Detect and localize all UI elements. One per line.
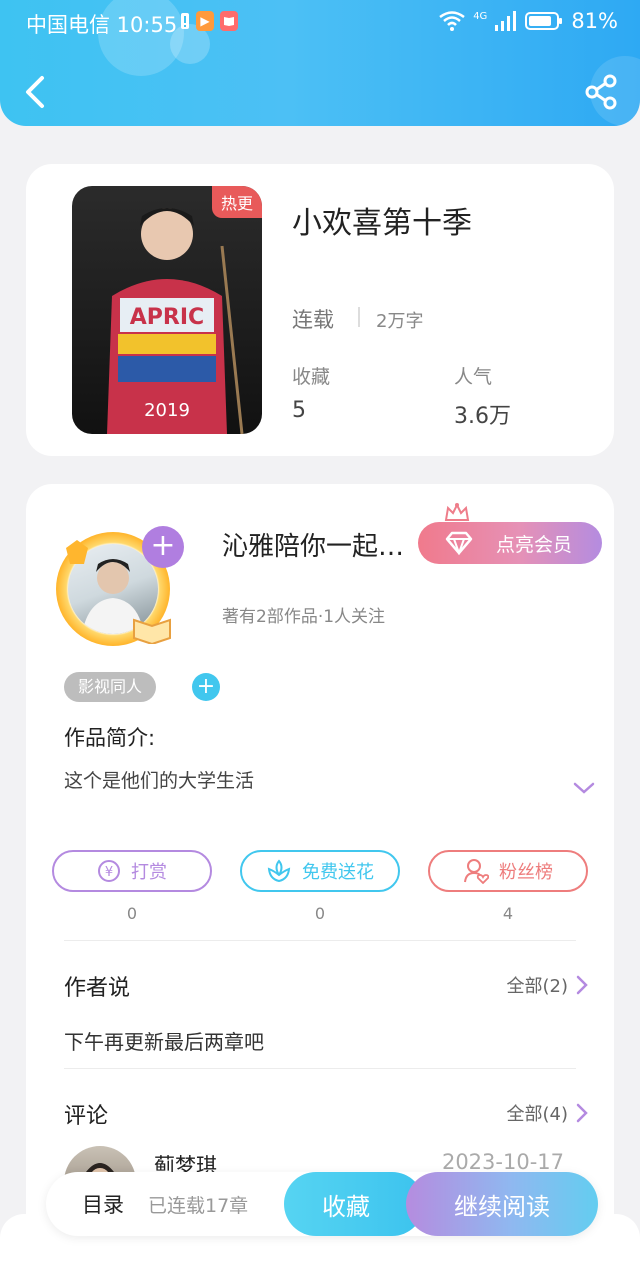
notification-icons: ▶: [180, 11, 238, 31]
continue-reading-button[interactable]: 继续阅读: [406, 1172, 598, 1236]
coin-icon: ¥: [98, 860, 120, 882]
fans-icon: [464, 859, 489, 884]
svg-text:APRIC: APRIC: [130, 305, 204, 330]
book-decor-icon: [133, 618, 171, 644]
status-bar: 中国电信 10:55 ▶ 4G 81%: [0, 0, 640, 44]
fan-count: 4: [502, 904, 514, 923]
favorites-label: 收藏: [292, 366, 331, 388]
author-says-text: 下午再更新最后两章吧: [64, 1030, 264, 1054]
add-tag-button[interactable]: +: [192, 673, 220, 701]
fan-ranking-button[interactable]: 粉丝榜: [428, 850, 588, 892]
flower-icon: [267, 859, 291, 883]
header-bar: 中国电信 10:55 ▶ 4G 81%: [0, 0, 640, 126]
book-app-icon: [220, 11, 238, 31]
bottom-action-bar: 目录 已连载17章 收藏 继续阅读: [46, 1172, 598, 1236]
diamond-icon: [445, 531, 473, 555]
flower-count: 0: [314, 904, 326, 923]
video-app-icon: ▶: [196, 11, 214, 31]
fan-ranking-label: 粉丝榜: [499, 862, 553, 883]
tip-label: 打赏: [131, 862, 167, 883]
share-icon[interactable]: [584, 74, 618, 110]
svg-text:¥: ¥: [105, 865, 113, 880]
word-count: 2万字: [376, 311, 424, 332]
hot-update-badge: 热更: [211, 186, 262, 218]
follow-author-button[interactable]: +: [142, 526, 184, 568]
chevron-down-icon[interactable]: [572, 780, 596, 796]
author-card: + 沁雅陪你一起… 点亮会员 著有2部作品·1人关注 影视同人 + 作品简介: …: [26, 484, 614, 1244]
intro-text: 这个是他们的大学生活: [64, 770, 255, 792]
divider: [64, 1068, 576, 1069]
tip-count: 0: [126, 904, 138, 923]
divider: [358, 307, 360, 327]
vip-member-button[interactable]: 点亮会员: [418, 522, 602, 564]
battery-level: 81%: [571, 9, 618, 33]
popularity-label: 人气: [454, 366, 493, 388]
cover-illustration: APRIC 2019: [107, 208, 244, 434]
battery-icon: [525, 12, 563, 30]
alert-icon: [180, 11, 190, 31]
divider: [64, 940, 576, 941]
chevron-right-icon: [576, 975, 588, 995]
comments-all-label: 全部(4): [506, 1104, 569, 1125]
comments-title: 评论: [64, 1104, 109, 1129]
carrier-time: 中国电信 10:55: [26, 13, 178, 37]
favorite-button[interactable]: 收藏: [284, 1172, 424, 1236]
medal-decor-icon: [66, 540, 88, 564]
favorites-value: 5: [292, 398, 306, 423]
vip-button-label: 点亮会员: [496, 533, 573, 556]
author-says-all-label: 全部(2): [506, 976, 569, 997]
author-name[interactable]: 沁雅陪你一起…: [222, 526, 422, 563]
popularity-value: 3.6万: [454, 404, 511, 429]
author-says-all-link[interactable]: 全部(2): [507, 972, 589, 998]
chapter-count: 已连载17章: [148, 1195, 249, 1217]
intro-title: 作品简介:: [64, 726, 156, 750]
toc-button[interactable]: 目录: [82, 1189, 124, 1219]
comments-all-link[interactable]: 全部(4): [507, 1100, 589, 1126]
send-flower-button[interactable]: 免费送花: [240, 850, 400, 892]
back-icon[interactable]: [20, 72, 50, 112]
crown-icon: [444, 502, 470, 521]
signal-icon: [495, 11, 517, 31]
svg-text:2019: 2019: [144, 400, 190, 421]
comment-date: 2023-10-17: [441, 1150, 564, 1174]
author-says-title: 作者说: [64, 976, 131, 1001]
wifi-icon: [439, 11, 465, 31]
network-type: 4G: [473, 10, 488, 22]
book-info-card: APRIC 2019 热更 小欢喜第十季 连载 2万字 收藏 5 人气 3.6万: [26, 164, 614, 456]
tip-button[interactable]: ¥ 打赏: [52, 850, 212, 892]
author-meta: 著有2部作品·1人关注: [222, 607, 386, 627]
send-flower-label: 免费送花: [302, 862, 374, 883]
status-right: 4G 81%: [439, 9, 618, 33]
book-status: 连载: [292, 308, 334, 332]
book-title: 小欢喜第十季: [292, 206, 472, 241]
book-cover[interactable]: APRIC 2019 热更: [72, 186, 262, 434]
genre-tag[interactable]: 影视同人: [64, 672, 157, 702]
chevron-right-icon: [576, 1103, 588, 1123]
